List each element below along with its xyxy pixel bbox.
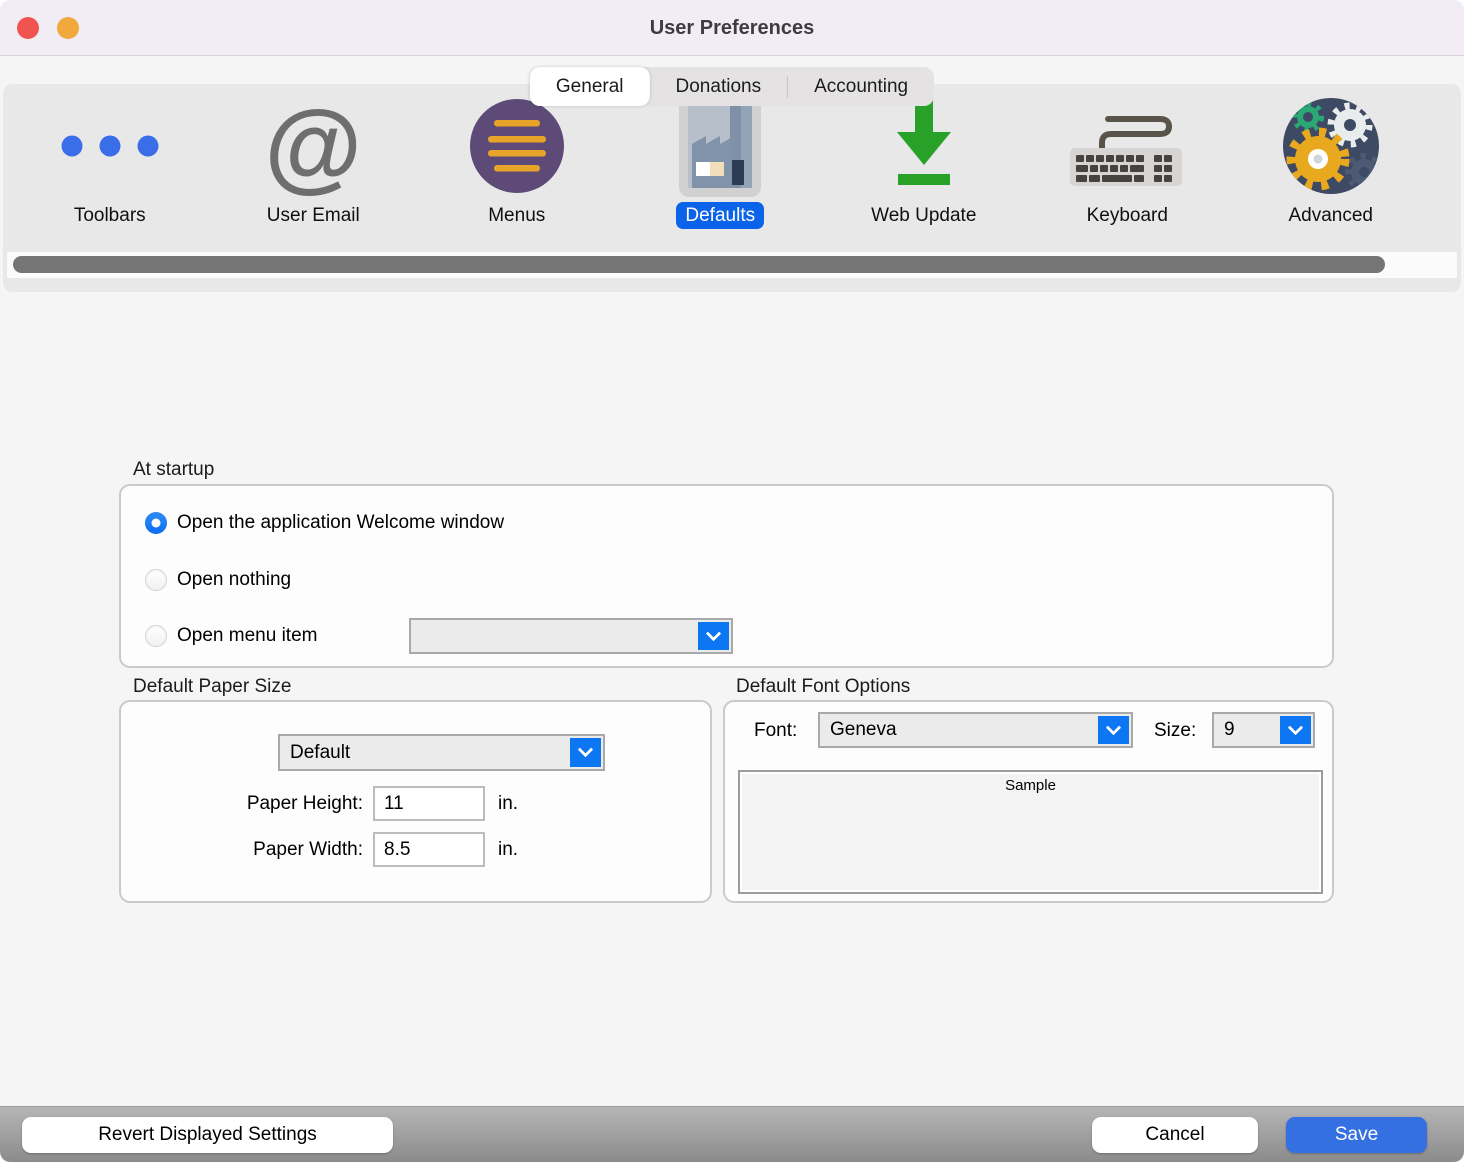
toolbar-item-label: Defaults	[676, 202, 764, 229]
toolbar-scrollbar-track[interactable]	[7, 252, 1457, 278]
footer-bar: Revert Displayed Settings Cancel Save	[0, 1106, 1464, 1162]
startup-option-row: Open nothing	[145, 563, 291, 597]
toolbar-item-label: User Email	[258, 202, 369, 229]
paper-width-label: Paper Width:	[121, 839, 363, 861]
font-sample-panel: Sample	[738, 770, 1323, 894]
download-arrow-icon	[895, 99, 953, 193]
tab-general[interactable]: General	[530, 67, 650, 106]
toolbar-item-defaults[interactable]: Defaults	[619, 94, 823, 229]
radio-open-menu-item[interactable]	[145, 625, 167, 647]
tab-accounting[interactable]: Accounting	[788, 67, 934, 106]
close-button[interactable]	[17, 17, 39, 39]
three-dots-icon	[61, 135, 159, 157]
toolbar-item-web-update[interactable]: Web Update	[822, 94, 1026, 229]
paper-height-input[interactable]	[373, 786, 485, 821]
selected-icon-highlight	[679, 95, 761, 197]
radio-open-welcome-window[interactable]	[145, 512, 167, 534]
chevron-down-icon[interactable]	[1280, 716, 1311, 744]
toolbar-item-label: Advanced	[1279, 202, 1382, 229]
toolbar-item-label: Keyboard	[1078, 202, 1177, 229]
radio-label: Open nothing	[177, 569, 291, 591]
menu-lines-icon	[470, 99, 564, 193]
gears-icon	[1281, 96, 1381, 196]
font-sample-text: Sample	[740, 777, 1321, 794]
toolbar-item-toolbars[interactable]: Toolbars	[8, 94, 212, 229]
minimize-button[interactable]	[57, 17, 79, 39]
factory-chart-icon	[688, 104, 752, 188]
font-section-label: Default Font Options	[736, 676, 910, 698]
paper-height-unit: in.	[498, 793, 518, 815]
toolbar-item-label: Menus	[479, 202, 554, 229]
font-size-select-value: 9	[1224, 719, 1235, 741]
radio-label: Open the application Welcome window	[177, 512, 504, 534]
toolbar-icon-row: Toolbars @ User Email	[8, 94, 1433, 229]
startup-option-row: Open menu item	[145, 619, 317, 653]
menu-item-select[interactable]	[409, 618, 733, 654]
paper-width-unit: in.	[498, 839, 518, 861]
save-button[interactable]: Save	[1286, 1117, 1427, 1153]
font-groupbox: Font: Geneva Size: 9 Sample	[723, 700, 1334, 903]
revert-displayed-settings-button[interactable]: Revert Displayed Settings	[22, 1117, 393, 1153]
radio-label: Open menu item	[177, 625, 317, 647]
tab-donations[interactable]: Donations	[650, 67, 788, 106]
toolbar-item-keyboard[interactable]: Keyboard	[1026, 94, 1230, 229]
startup-groupbox: Open the application Welcome window Open…	[119, 484, 1334, 668]
at-sign-icon: @	[264, 96, 362, 196]
radio-open-nothing[interactable]	[145, 569, 167, 591]
paper-height-label: Paper Height:	[121, 793, 363, 815]
font-size-label: Size:	[1154, 720, 1196, 742]
paper-width-input[interactable]	[373, 832, 485, 867]
toolbar-item-menus[interactable]: Menus	[415, 94, 619, 229]
paper-size-select[interactable]: Default	[278, 734, 605, 771]
preferences-toolbar: Toolbars @ User Email	[3, 84, 1461, 292]
font-select[interactable]: Geneva	[818, 712, 1133, 748]
paper-size-select-value: Default	[290, 742, 350, 764]
toolbar-item-label: Toolbars	[65, 202, 155, 229]
user-preferences-window: User Preferences General Donations Accou…	[0, 0, 1464, 1162]
font-label: Font:	[754, 720, 797, 742]
tab-strip: General Donations Accounting	[530, 67, 934, 106]
paper-groupbox: Default Paper Height: in. Paper Width: i…	[119, 700, 712, 903]
toolbar-item-user-email[interactable]: @ User Email	[212, 94, 416, 229]
chevron-down-icon[interactable]	[570, 738, 601, 767]
startup-option-row: Open the application Welcome window	[145, 506, 504, 540]
toolbar-item-label: Web Update	[862, 202, 985, 229]
paper-section-label: Default Paper Size	[133, 676, 291, 698]
chevron-down-icon[interactable]	[1098, 716, 1129, 744]
toolbar-scrollbar-thumb[interactable]	[13, 256, 1385, 273]
toolbar-item-advanced[interactable]: Advanced	[1229, 94, 1433, 229]
cancel-button[interactable]: Cancel	[1092, 1117, 1258, 1153]
titlebar: User Preferences	[0, 0, 1464, 56]
startup-section-label: At startup	[133, 459, 214, 481]
font-select-value: Geneva	[830, 719, 897, 741]
chevron-down-icon[interactable]	[698, 622, 729, 650]
font-size-select[interactable]: 9	[1212, 712, 1315, 748]
keyboard-icon	[1070, 106, 1184, 186]
window-title: User Preferences	[0, 0, 1464, 56]
